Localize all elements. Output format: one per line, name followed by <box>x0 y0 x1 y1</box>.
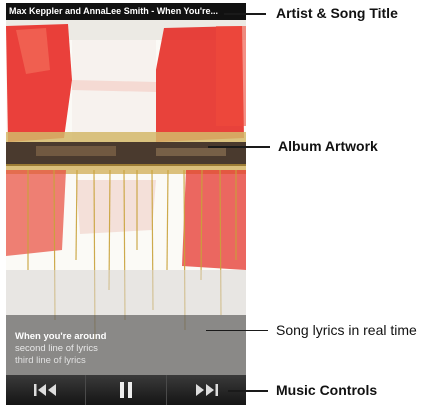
callout-lyrics: Song lyrics in real time <box>276 322 417 338</box>
callout-album-artwork: Album Artwork <box>278 138 378 154</box>
lyric-current-line: When you're around <box>15 331 107 342</box>
music-player-screen: Max Keppler and AnnaLee Smith - When You… <box>6 3 246 405</box>
pause-icon <box>119 382 132 398</box>
callout-music-controls: Music Controls <box>276 382 378 398</box>
callout-line-controls <box>228 390 268 392</box>
previous-button[interactable] <box>6 375 87 405</box>
music-controls <box>6 375 246 405</box>
skip-previous-icon <box>33 384 56 396</box>
callout-line-lyrics <box>206 330 268 331</box>
lyrics-overlay: When you're around second line of lyrics… <box>6 315 246 375</box>
lyric-line-2: second line of lyrics <box>15 343 98 354</box>
callout-artist-title: Artist & Song Title <box>276 5 398 21</box>
album-artwork: When you're around second line of lyrics… <box>6 20 246 375</box>
callout-line-title <box>224 13 266 15</box>
pause-button[interactable] <box>86 375 167 405</box>
lyric-line-3: third line of lyrics <box>15 355 86 366</box>
callout-line-artwork <box>208 146 270 148</box>
song-title: Max Keppler and AnnaLee Smith - When You… <box>6 3 246 20</box>
skip-next-icon <box>196 384 219 396</box>
